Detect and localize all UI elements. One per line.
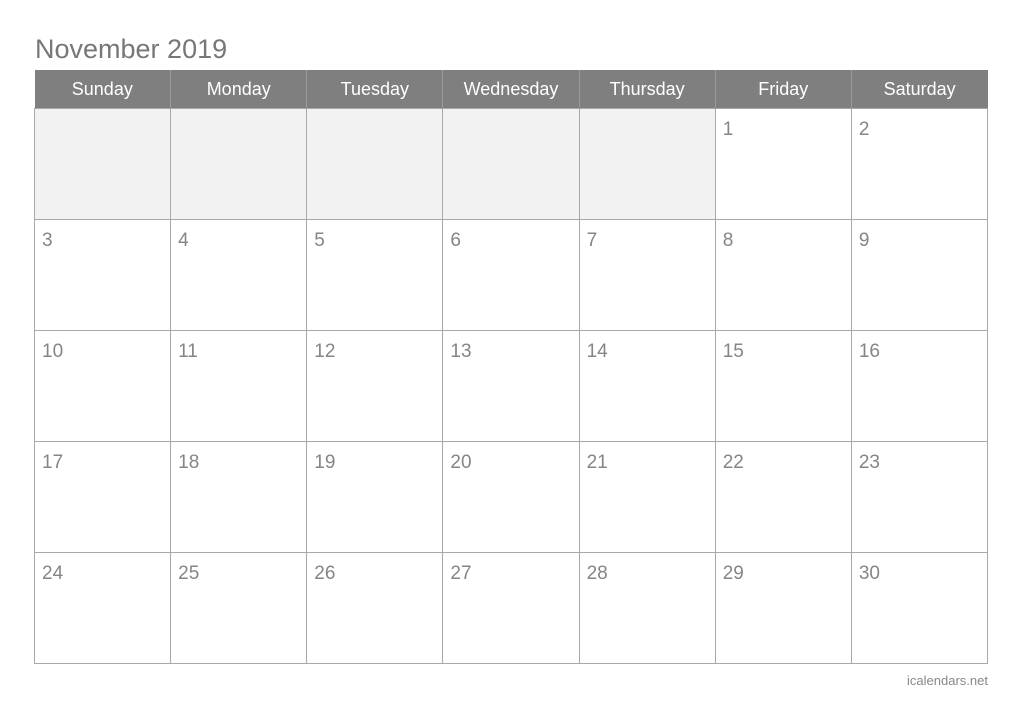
day-number: 9 [858, 230, 870, 251]
day-cell[interactable]: 1 [714, 108, 852, 220]
day-cell[interactable]: 11 [170, 330, 308, 442]
day-cell[interactable]: 30 [850, 552, 989, 664]
week-row: 24 25 26 27 28 29 30 [33, 552, 989, 664]
day-number: 27 [450, 563, 472, 584]
week-row: 3 4 5 6 7 8 9 [33, 219, 989, 331]
day-cell[interactable]: 7 [578, 219, 716, 331]
day-number: 6 [450, 230, 461, 251]
day-number: 14 [586, 341, 608, 362]
day-cell[interactable]: 22 [714, 441, 852, 553]
day-number: 17 [42, 452, 64, 473]
week-row: 17 18 19 20 21 22 23 [33, 441, 989, 553]
day-number: 18 [178, 452, 200, 473]
day-number [35, 109, 170, 119]
day-number: 21 [586, 452, 608, 473]
day-cell[interactable]: 29 [714, 552, 852, 664]
weekday-header: Wednesday [442, 70, 580, 109]
day-cell[interactable]: 19 [306, 441, 444, 553]
day-cell[interactable]: 16 [850, 330, 989, 442]
day-number: 29 [722, 563, 744, 584]
day-cell[interactable]: 3 [33, 219, 172, 331]
day-number: 15 [722, 341, 744, 362]
day-number: 3 [42, 230, 53, 251]
empty-day-cell [33, 108, 172, 220]
day-number: 10 [42, 341, 64, 362]
day-number: 24 [42, 563, 64, 584]
day-cell[interactable]: 18 [170, 441, 308, 553]
day-number: 26 [314, 563, 336, 584]
day-cell[interactable]: 20 [442, 441, 580, 553]
day-number: 20 [450, 452, 472, 473]
day-number: 19 [314, 452, 336, 473]
week-row: 12 [33, 108, 989, 220]
day-cell[interactable]: 12 [306, 330, 444, 442]
weekday-header: Friday [714, 70, 852, 109]
day-cell[interactable]: 17 [33, 441, 172, 553]
weekday-header: Monday [170, 70, 307, 109]
weekday-header: Saturday [850, 70, 988, 109]
day-number: 4 [178, 230, 189, 251]
day-cell[interactable]: 27 [442, 552, 580, 664]
day-number: 28 [586, 563, 608, 584]
day-number: 25 [178, 563, 200, 584]
day-cell[interactable]: 23 [850, 441, 989, 553]
day-number: 5 [314, 230, 325, 251]
footer-credit: icalendars.net [907, 673, 988, 688]
day-cell[interactable]: 10 [33, 330, 172, 442]
day-cell[interactable]: 28 [578, 552, 716, 664]
day-number: 7 [586, 230, 598, 251]
calendar-grid: Sunday Monday Tuesday Wednesday Thursday… [33, 70, 989, 664]
day-number: 23 [858, 452, 880, 473]
day-cell[interactable]: 14 [578, 330, 716, 442]
day-cell[interactable]: 26 [306, 552, 444, 664]
day-cell[interactable]: 9 [850, 219, 989, 331]
day-cell[interactable]: 4 [170, 219, 308, 331]
day-number: 16 [858, 341, 880, 362]
day-number [171, 109, 306, 119]
empty-day-cell [578, 108, 716, 220]
day-number: 1 [722, 119, 734, 140]
weekday-header-row: Sunday Monday Tuesday Wednesday Thursday… [34, 70, 988, 109]
day-cell[interactable]: 24 [33, 552, 172, 664]
day-cell[interactable]: 15 [714, 330, 852, 442]
day-cell[interactable]: 5 [306, 219, 444, 331]
empty-day-cell [442, 108, 580, 220]
day-number [443, 109, 578, 119]
day-cell[interactable]: 2 [850, 108, 989, 220]
calendar-title: November 2019 [35, 34, 228, 64]
day-number: 2 [858, 119, 870, 140]
day-cell[interactable]: 21 [578, 441, 716, 553]
weekday-header: Thursday [578, 70, 716, 109]
day-number: 12 [314, 341, 336, 362]
empty-day-cell [170, 108, 308, 220]
day-number [307, 109, 442, 119]
day-number: 13 [450, 341, 472, 362]
weekday-header: Sunday [34, 70, 171, 109]
day-number: 30 [858, 563, 880, 584]
day-number: 22 [722, 452, 744, 473]
day-cell[interactable]: 13 [442, 330, 580, 442]
day-cell[interactable]: 25 [170, 552, 308, 664]
day-cell[interactable]: 6 [442, 219, 580, 331]
empty-day-cell [306, 108, 444, 220]
day-number [580, 109, 715, 119]
day-number: 11 [178, 341, 198, 362]
day-number: 8 [722, 230, 734, 251]
week-row: 10 11 12 13 14 15 16 [33, 330, 989, 442]
day-cell[interactable]: 8 [714, 219, 852, 331]
weekday-header: Tuesday [306, 70, 443, 109]
